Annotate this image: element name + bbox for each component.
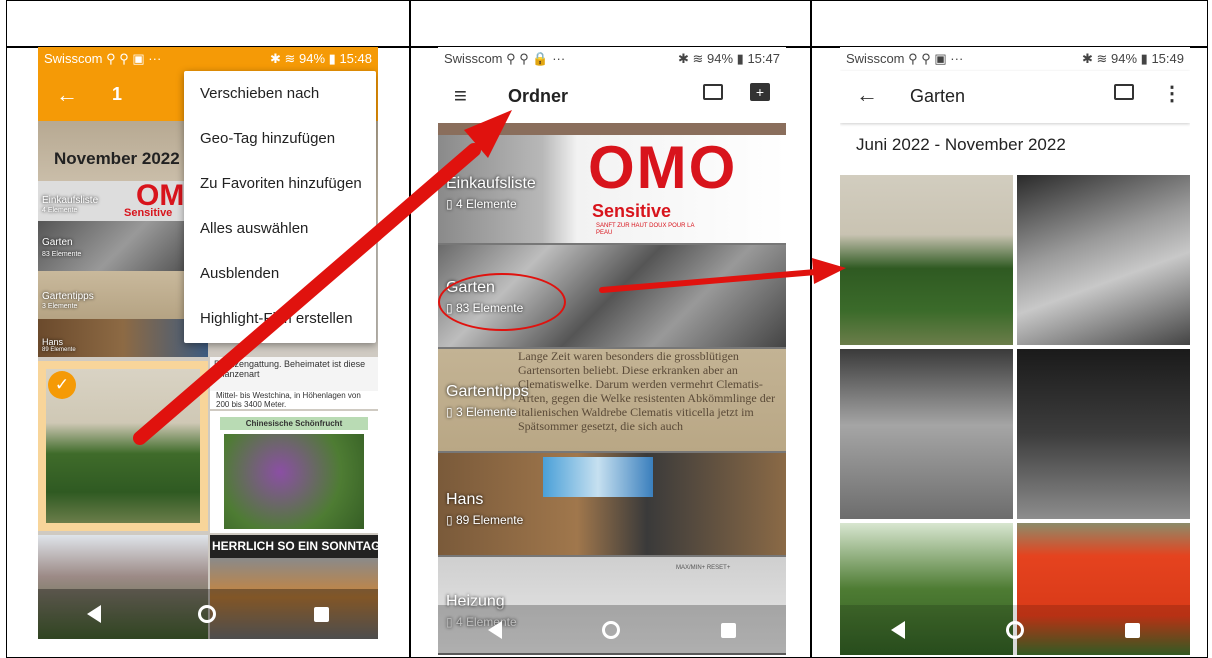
location-icon: ⚲ ⚲ ▣ ···	[106, 51, 162, 66]
section-title: November 2022	[54, 149, 180, 168]
carrier: Swisscom	[444, 51, 503, 66]
heater-label: MAX/MIN+ RESET+	[676, 565, 731, 571]
battery-level: 94%	[1111, 51, 1138, 66]
mini-folder-einkaufsliste[interactable]: OMO Einkaufsliste 4 Elemente Sensitive	[38, 181, 208, 221]
system-nav-bar	[38, 589, 378, 639]
mini-folder-gartentipps[interactable]: Gartentipps 3 Elemente	[38, 271, 208, 319]
plant-caption: Chinesische Schönfrucht	[220, 417, 368, 430]
more-options-icon[interactable]: ⋮	[1162, 81, 1182, 106]
carrier: Swisscom	[846, 51, 905, 66]
mini-folder-garten[interactable]: Garten 83 Elemente	[38, 221, 208, 271]
omo-small-text: SANFT ZUR HAUT DOUX POUR LA PEAU	[596, 223, 695, 236]
cast-icon[interactable]	[703, 84, 723, 100]
clock: 15:49	[1151, 51, 1184, 66]
status-bar: Swisscom ⚲ ⚲ ▣ ··· ✱ ≋ 94% ▮ 15:48	[38, 47, 378, 71]
back-icon[interactable]	[890, 621, 905, 639]
plant-photo-tile[interactable]: Chinesische Schönfrucht	[210, 411, 378, 533]
phone-screenshot-folders: Swisscom ⚲ ⚲ 🔒 ··· ✱ ≋ 94% ▮ 15:47 ≡ Ord…	[438, 47, 786, 655]
selected-photo-tile[interactable]: ✓	[38, 361, 208, 531]
app-bar: ← Garten ⋮	[840, 71, 1190, 123]
menu-item-geotag[interactable]: Geo-Tag hinzufügen	[184, 116, 376, 161]
mini-folder-name: Garten	[42, 237, 73, 248]
folder-count: ▯ 89 Elemente	[446, 513, 524, 527]
mini-folder-name: Einkaufsliste	[42, 195, 99, 206]
mini-folder-count: 89 Elemente	[42, 347, 76, 353]
system-nav-bar	[438, 605, 786, 655]
clock: 15:48	[339, 51, 372, 66]
menu-item-favorites[interactable]: Zu Favoriten hinzufügen	[184, 161, 376, 206]
document-text: Pflanzengattung. Beheimatet ist diese Pf…	[214, 359, 366, 379]
back-arrow-icon[interactable]: ←	[856, 82, 878, 108]
folder-name: Einkaufsliste	[446, 175, 536, 192]
battery-level: 94%	[299, 51, 326, 66]
menu-item-highlight[interactable]: Highlight-Film erstellen	[184, 296, 376, 341]
photo-garden-color[interactable]	[840, 175, 1013, 345]
mini-folder-count: 3 Elemente	[42, 303, 78, 310]
folder-count: ▯ 3 Elemente	[446, 405, 517, 419]
omo-sub-small: Sensitive	[124, 207, 173, 219]
mini-folder-name: Hans	[42, 337, 64, 347]
menu-item-hide[interactable]: Ausblenden	[184, 251, 376, 296]
overflow-menu: Verschieben nach Geo-Tag hinzufügen Zu F…	[184, 71, 376, 343]
page-title: Ordner	[508, 86, 569, 106]
date-range-header: Juni 2022 - November 2022	[856, 135, 1066, 154]
folder-gartentipps[interactable]: Lange Zeit waren besonders die grossblüt…	[438, 349, 786, 453]
app-bar: ≡ Ordner +	[438, 71, 786, 123]
home-icon[interactable]	[602, 621, 621, 639]
recents-icon[interactable]	[720, 622, 736, 638]
mini-folder-count: 4 Elemente	[42, 207, 78, 214]
folder-name: Gartentipps	[446, 383, 529, 400]
hamburger-menu-icon[interactable]: ≡	[454, 83, 467, 109]
column-divider-2	[810, 0, 812, 658]
back-icon[interactable]	[488, 621, 503, 639]
back-arrow-icon[interactable]: ←	[56, 82, 78, 108]
back-icon[interactable]	[86, 605, 101, 623]
photo-info-text: Mittel- bis Westchina, in Höhenlagen von…	[210, 391, 378, 409]
photo-night-1[interactable]	[1017, 175, 1190, 345]
recents-icon[interactable]	[314, 606, 330, 622]
phone-screenshot-album: Swisscom ⚲ ⚲ ▣ ··· ✱ ≋ 94% ▮ 15:49 ← Gar…	[840, 47, 1190, 655]
location-icon: ⚲ ⚲ ▣ ···	[908, 51, 964, 66]
folder-hans[interactable]: Hans ▯ 89 Elemente	[438, 453, 786, 557]
book-text: Lange Zeit waren besonders die grossblüt…	[518, 349, 776, 433]
location-icon: ⚲ ⚲ 🔒 ···	[506, 51, 566, 66]
phone-screenshot-selection: Swisscom ⚲ ⚲ ▣ ··· ✱ ≋ 94% ▮ 15:48 ← 1 N…	[38, 47, 378, 639]
photo-night-2[interactable]	[840, 349, 1013, 519]
mini-folder-count: 83 Elemente	[42, 251, 82, 258]
recents-icon[interactable]	[1124, 622, 1140, 638]
omo-sub: Sensitive	[592, 201, 672, 221]
menu-item-move[interactable]: Verschieben nach	[184, 71, 376, 116]
column-divider-1	[409, 0, 411, 658]
system-nav-bar	[840, 605, 1190, 655]
menu-item-select-all[interactable]: Alles auswählen	[184, 206, 376, 251]
mini-folder-name: Gartentipps	[42, 291, 94, 302]
sunday-caption: HERRLICH SO EIN SONNTAG	[212, 539, 378, 553]
selection-count: 1	[112, 84, 123, 104]
folder-name: Hans	[446, 491, 484, 508]
home-icon[interactable]	[1005, 621, 1024, 639]
folder-einkaufsliste[interactable]: OMO Sensitive SANFT ZUR HAUT DOUX POUR L…	[438, 123, 786, 245]
battery-level: 94%	[707, 51, 734, 66]
home-icon[interactable]	[198, 605, 217, 623]
status-bar: Swisscom ⚲ ⚲ 🔒 ··· ✱ ≋ 94% ▮ 15:47	[438, 47, 786, 71]
album-title: Garten	[910, 86, 966, 106]
garten-highlight-ellipse	[438, 273, 566, 331]
checkmark-icon: ✓	[48, 371, 76, 399]
folder-count: ▯ 4 Elemente	[446, 197, 517, 211]
carrier: Swisscom	[44, 51, 103, 66]
mini-folder-hans[interactable]: Hans 89 Elemente	[38, 319, 208, 357]
clock: 15:47	[747, 51, 780, 66]
photo-night-3[interactable]	[1017, 349, 1190, 519]
omo-logo: OMO	[588, 134, 738, 201]
cast-icon[interactable]	[1114, 84, 1134, 100]
status-bar: Swisscom ⚲ ⚲ ▣ ··· ✱ ≋ 94% ▮ 15:49	[840, 47, 1190, 71]
new-folder-icon[interactable]: +	[750, 83, 770, 101]
